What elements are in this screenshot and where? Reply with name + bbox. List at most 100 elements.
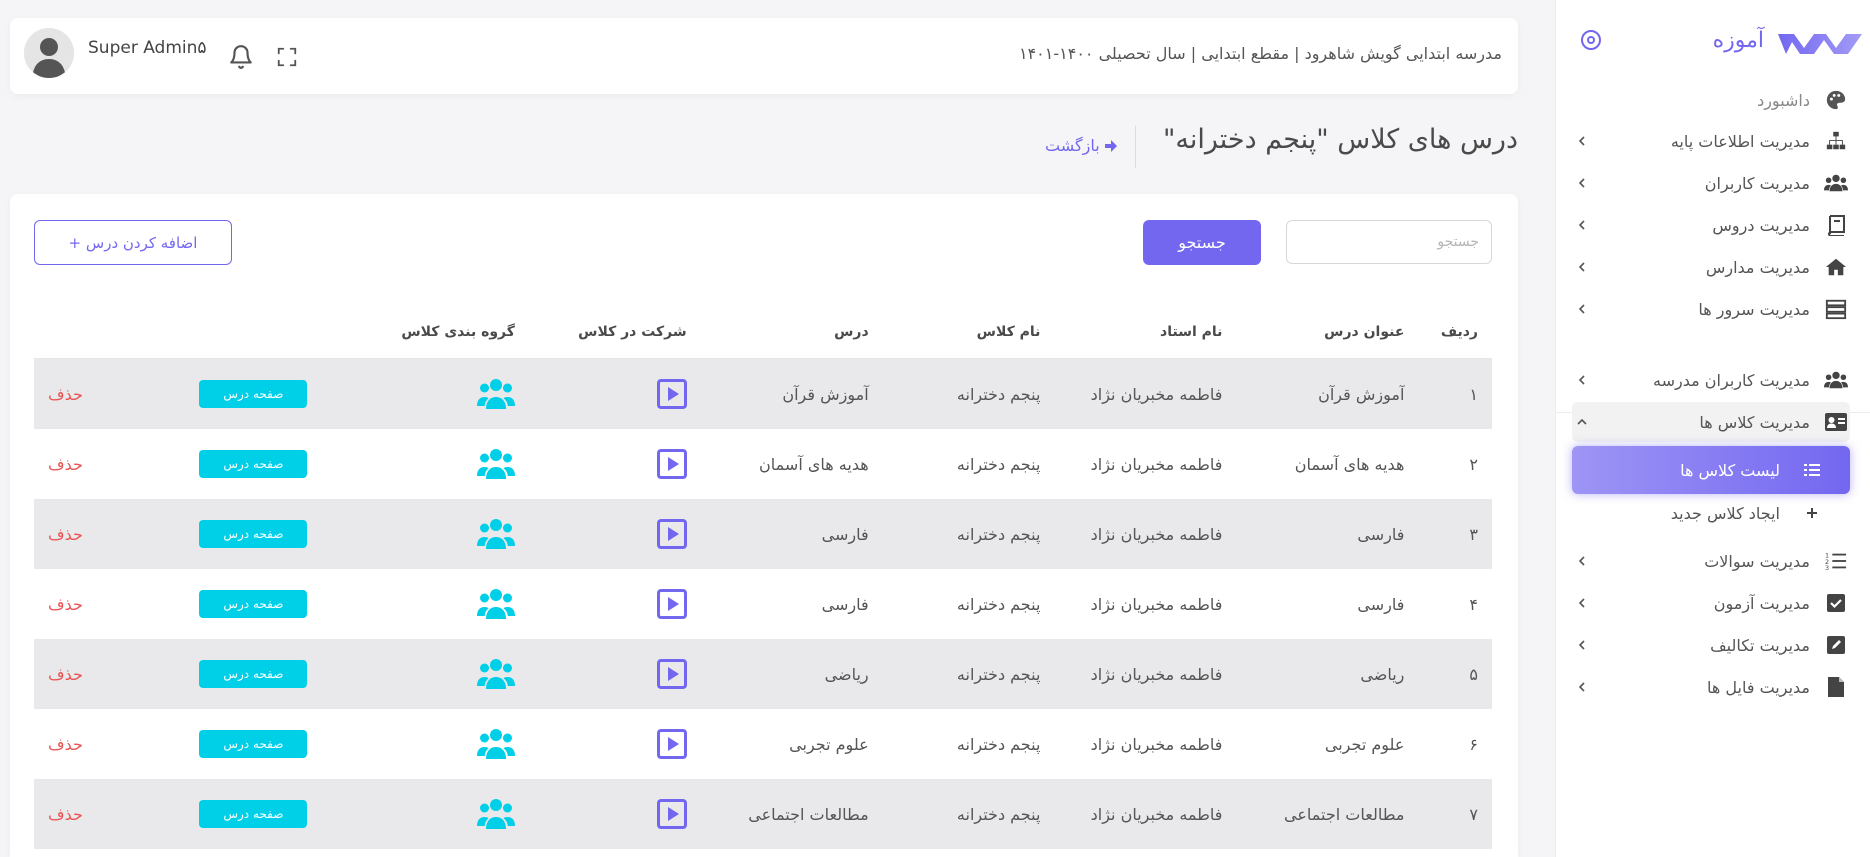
delete-cell: حذف bbox=[34, 709, 186, 779]
lesson-page-button[interactable]: صفحه درس bbox=[199, 800, 308, 828]
play-icon[interactable] bbox=[656, 799, 687, 829]
class-grouping-cell bbox=[357, 429, 529, 499]
bell-icon[interactable] bbox=[228, 44, 254, 70]
lesson-page-cell: صفحه درس bbox=[185, 779, 358, 849]
table-header-cell: ردیف bbox=[1418, 306, 1492, 359]
group-icon[interactable] bbox=[476, 659, 515, 689]
table-row: ۱ آموزش قرآن فاطمه مخبریان نژاد پنجم دختران… bbox=[34, 358, 1492, 429]
chevron-up-icon bbox=[1572, 413, 1592, 432]
sidebar-item-label: مدیریت سوالات bbox=[1704, 551, 1810, 571]
lesson-title: فارسی bbox=[1236, 499, 1419, 569]
play-icon[interactable] bbox=[656, 519, 687, 549]
lesson-page-cell: صفحه درس bbox=[185, 639, 358, 709]
class-grouping-cell bbox=[357, 779, 529, 849]
chevron-left-icon bbox=[1572, 216, 1592, 235]
group-icon[interactable] bbox=[476, 729, 515, 759]
sidebar-toggle-icon[interactable] bbox=[1581, 30, 1601, 50]
user-avatar-icon bbox=[24, 28, 74, 78]
class-name: پنجم دخترانه bbox=[882, 429, 1055, 499]
ordered-list-icon: 123 bbox=[1822, 549, 1850, 573]
chevron-left-icon bbox=[1572, 552, 1592, 571]
back-link-label: بازگشت bbox=[1045, 136, 1100, 155]
sidebar-item-school-users[interactable]: مدیریت کاربران مدرسه bbox=[1572, 360, 1850, 400]
teacher-name: فاطمه مخبریان نژاد bbox=[1054, 358, 1237, 429]
delete-cell: حذف bbox=[34, 639, 186, 709]
class-grouping-cell bbox=[357, 569, 529, 639]
list-icon bbox=[1798, 458, 1826, 482]
sidebar-item-new-class[interactable]: ایجاد کلاس جدید bbox=[1572, 493, 1850, 533]
page-title: درس های کلاس "پنجم دخترانه" bbox=[1162, 124, 1518, 155]
sidebar-item-label: لیست کلاس ها bbox=[1680, 460, 1780, 480]
book-icon bbox=[1822, 213, 1850, 237]
lessons-table: ردیف عنوان درس نام استاد نام کلاس درس شرکت در… bbox=[34, 306, 1492, 849]
delete-link[interactable]: حذف bbox=[48, 385, 83, 404]
play-icon[interactable] bbox=[656, 589, 687, 619]
lesson-page-cell: صفحه درس bbox=[185, 358, 358, 429]
join-class-cell bbox=[528, 639, 701, 709]
delete-link[interactable]: حذف bbox=[48, 455, 83, 474]
group-icon[interactable] bbox=[476, 799, 515, 829]
chevron-left-icon bbox=[1572, 594, 1592, 613]
sidebar-item-dashboard[interactable]: داشبورد bbox=[1572, 80, 1850, 120]
file-icon bbox=[1822, 675, 1850, 699]
sidebar-item-assignments[interactable]: مدیریت تکالیف bbox=[1572, 625, 1850, 665]
table-header-row: ردیف عنوان درس نام استاد نام کلاس درس شرکت در… bbox=[34, 306, 1492, 359]
lesson-page-button[interactable]: صفحه درس bbox=[199, 730, 308, 758]
lesson-title: مطالعات اجتماعی bbox=[1236, 779, 1419, 849]
play-icon[interactable] bbox=[656, 449, 687, 479]
back-link[interactable]: بازگشت bbox=[1045, 136, 1118, 155]
sidebar-item-base-info[interactable]: مدیریت اطلاعات پایه bbox=[1572, 121, 1850, 161]
delete-link[interactable]: حذف bbox=[48, 525, 83, 544]
sidebar-item-exams[interactable]: مدیریت آزمون bbox=[1572, 583, 1850, 623]
class-name: پنجم دخترانه bbox=[882, 358, 1055, 429]
sidebar-item-schools[interactable]: مدیریت مدارس bbox=[1572, 247, 1850, 287]
lesson-page-button[interactable]: صفحه درس bbox=[199, 380, 308, 408]
sidebar-item-users[interactable]: مدیریت کاربران bbox=[1572, 163, 1850, 203]
sidebar-item-servers[interactable]: مدیریت سرور ها bbox=[1572, 289, 1850, 329]
delete-link[interactable]: حذف bbox=[48, 735, 83, 754]
chevron-left-icon bbox=[1572, 174, 1592, 193]
join-class-cell bbox=[528, 499, 701, 569]
join-class-cell bbox=[528, 429, 701, 499]
join-class-cell bbox=[528, 358, 701, 429]
lesson-page-button[interactable]: صفحه درس bbox=[199, 450, 308, 478]
users-icon bbox=[1822, 171, 1850, 195]
course-name: فارسی bbox=[700, 569, 883, 639]
play-icon[interactable] bbox=[656, 379, 687, 409]
group-icon[interactable] bbox=[476, 379, 515, 409]
play-icon[interactable] bbox=[656, 659, 687, 689]
table-header-cell: گروه بندی کلاس bbox=[357, 306, 529, 359]
sidebar-item-class-list[interactable]: لیست کلاس ها bbox=[1572, 446, 1850, 494]
sidebar-item-classes[interactable]: مدیریت کلاس ها bbox=[1572, 402, 1850, 442]
sidebar-item-files[interactable]: مدیریت فایل ها bbox=[1572, 667, 1850, 707]
user-name[interactable]: Super Admin۵ bbox=[88, 38, 207, 58]
lesson-page-button[interactable]: صفحه درس bbox=[199, 520, 308, 548]
table-header-cell: درس bbox=[700, 306, 883, 359]
delete-link[interactable]: حذف bbox=[48, 665, 83, 684]
sidebar-item-label: مدیریت دروس bbox=[1712, 215, 1810, 235]
sidebar-item-questions[interactable]: 1 2 3 مدیریت سوالات bbox=[1572, 541, 1850, 581]
lesson-page-button[interactable]: صفحه درس bbox=[199, 590, 308, 618]
lesson-page-button[interactable]: صفحه درس bbox=[199, 660, 308, 688]
group-icon[interactable] bbox=[476, 519, 515, 549]
sidebar-item-label: مدیریت فایل ها bbox=[1707, 677, 1810, 697]
search-button[interactable]: جستجو bbox=[1143, 220, 1261, 265]
play-icon[interactable] bbox=[656, 729, 687, 759]
class-name: پنجم دخترانه bbox=[882, 709, 1055, 779]
group-icon[interactable] bbox=[476, 449, 515, 479]
delete-link[interactable]: حذف bbox=[48, 805, 83, 824]
search-input[interactable] bbox=[1286, 220, 1492, 264]
table-header-cell: شرکت در کلاس bbox=[528, 306, 701, 359]
sidebar-item-courses[interactable]: مدیریت دروس bbox=[1572, 205, 1850, 245]
add-lesson-button[interactable]: اضافه کردن درس + bbox=[34, 220, 232, 265]
delete-cell: حذف bbox=[34, 779, 186, 849]
table-header-cell: عنوان درس bbox=[1236, 306, 1419, 359]
group-icon[interactable] bbox=[476, 589, 515, 619]
avatar[interactable] bbox=[24, 28, 74, 78]
fullscreen-icon[interactable] bbox=[276, 46, 298, 68]
sidebar-item-label: مدیریت تکالیف bbox=[1710, 635, 1810, 655]
id-card-icon bbox=[1822, 410, 1850, 434]
svg-text:3: 3 bbox=[1825, 564, 1829, 572]
delete-link[interactable]: حذف bbox=[48, 595, 83, 614]
table-header-cell bbox=[185, 306, 358, 359]
